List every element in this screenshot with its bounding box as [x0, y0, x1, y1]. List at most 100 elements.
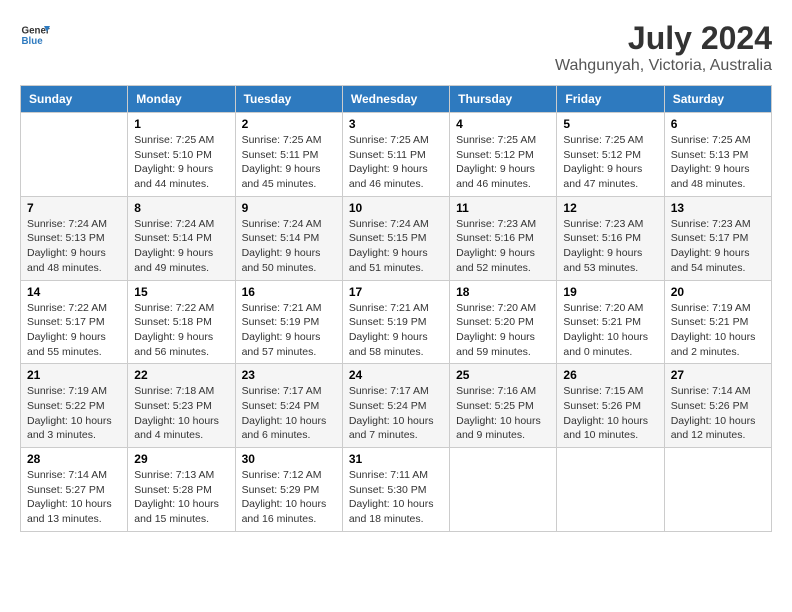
cell-info: Sunrise: 7:11 AM Sunset: 5:30 PM Dayligh…	[349, 468, 443, 527]
cell-day-number: 22	[134, 368, 228, 382]
cell-info: Sunrise: 7:17 AM Sunset: 5:24 PM Dayligh…	[242, 384, 336, 443]
calendar-cell: 20 Sunrise: 7:19 AM Sunset: 5:21 PM Dayli…	[664, 280, 771, 364]
cell-day-number: 26	[563, 368, 657, 382]
cell-day-number: 14	[27, 285, 121, 299]
cell-info: Sunrise: 7:24 AM Sunset: 5:13 PM Dayligh…	[27, 217, 121, 276]
cell-info: Sunrise: 7:22 AM Sunset: 5:17 PM Dayligh…	[27, 301, 121, 360]
day-header-tuesday: Tuesday	[235, 86, 342, 113]
cell-day-number: 16	[242, 285, 336, 299]
cell-day-number: 24	[349, 368, 443, 382]
cell-info: Sunrise: 7:16 AM Sunset: 5:25 PM Dayligh…	[456, 384, 550, 443]
calendar-cell: 11 Sunrise: 7:23 AM Sunset: 5:16 PM Dayli…	[450, 196, 557, 280]
cell-info: Sunrise: 7:22 AM Sunset: 5:18 PM Dayligh…	[134, 301, 228, 360]
cell-day-number: 19	[563, 285, 657, 299]
cell-day-number: 6	[671, 117, 765, 131]
cell-day-number: 7	[27, 201, 121, 215]
day-header-sunday: Sunday	[21, 86, 128, 113]
cell-info: Sunrise: 7:25 AM Sunset: 5:11 PM Dayligh…	[349, 133, 443, 192]
day-header-saturday: Saturday	[664, 86, 771, 113]
cell-info: Sunrise: 7:14 AM Sunset: 5:26 PM Dayligh…	[671, 384, 765, 443]
calendar-cell: 25 Sunrise: 7:16 AM Sunset: 5:25 PM Dayli…	[450, 364, 557, 448]
calendar-cell	[450, 448, 557, 532]
calendar-cell: 12 Sunrise: 7:23 AM Sunset: 5:16 PM Dayli…	[557, 196, 664, 280]
cell-info: Sunrise: 7:23 AM Sunset: 5:17 PM Dayligh…	[671, 217, 765, 276]
page-title: July 2024	[555, 20, 772, 57]
calendar-cell: 15Sunrise: 7:22 AM Sunset: 5:18 PM Dayli…	[128, 280, 235, 364]
cell-day-number: 21	[27, 368, 121, 382]
cell-info: Sunrise: 7:21 AM Sunset: 5:19 PM Dayligh…	[242, 301, 336, 360]
cell-day-number: 11	[456, 201, 550, 215]
cell-info: Sunrise: 7:24 AM Sunset: 5:15 PM Dayligh…	[349, 217, 443, 276]
cell-day-number: 4	[456, 117, 550, 131]
calendar-cell: 9 Sunrise: 7:24 AM Sunset: 5:14 PM Daylig…	[235, 196, 342, 280]
cell-day-number: 12	[563, 201, 657, 215]
logo-icon: General Blue	[20, 20, 50, 50]
svg-text:Blue: Blue	[22, 36, 44, 47]
day-header-thursday: Thursday	[450, 86, 557, 113]
calendar-cell: 16 Sunrise: 7:21 AM Sunset: 5:19 PM Dayli…	[235, 280, 342, 364]
calendar-week-row: 1 Sunrise: 7:25 AM Sunset: 5:10 PM Daylig…	[21, 113, 772, 197]
calendar-cell: 22 Sunrise: 7:18 AM Sunset: 5:23 PM Dayli…	[128, 364, 235, 448]
calendar-cell: 26 Sunrise: 7:15 AM Sunset: 5:26 PM Dayli…	[557, 364, 664, 448]
calendar-cell: 7 Sunrise: 7:24 AM Sunset: 5:13 PM Daylig…	[21, 196, 128, 280]
cell-day-number: 25	[456, 368, 550, 382]
cell-day-number: 1	[134, 117, 228, 131]
calendar-cell: 21 Sunrise: 7:19 AM Sunset: 5:22 PM Dayli…	[21, 364, 128, 448]
cell-info: Sunrise: 7:25 AM Sunset: 5:10 PM Dayligh…	[134, 133, 228, 192]
calendar-cell: 28Sunrise: 7:14 AM Sunset: 5:27 PM Dayli…	[21, 448, 128, 532]
cell-day-number: 28	[27, 452, 121, 466]
cell-day-number: 17	[349, 285, 443, 299]
calendar-cell: 14 Sunrise: 7:22 AM Sunset: 5:17 PM Dayli…	[21, 280, 128, 364]
calendar-cell: 8 Sunrise: 7:24 AM Sunset: 5:14 PM Daylig…	[128, 196, 235, 280]
cell-info: Sunrise: 7:24 AM Sunset: 5:14 PM Dayligh…	[242, 217, 336, 276]
day-header-wednesday: Wednesday	[342, 86, 449, 113]
cell-day-number: 2	[242, 117, 336, 131]
calendar-week-row: 28Sunrise: 7:14 AM Sunset: 5:27 PM Dayli…	[21, 448, 772, 532]
cell-info: Sunrise: 7:25 AM Sunset: 5:12 PM Dayligh…	[563, 133, 657, 192]
cell-info: Sunrise: 7:19 AM Sunset: 5:22 PM Dayligh…	[27, 384, 121, 443]
title-block: July 2024 Wahgunyah, Victoria, Australia	[555, 20, 772, 75]
calendar-cell: 1 Sunrise: 7:25 AM Sunset: 5:10 PM Daylig…	[128, 113, 235, 197]
calendar-cell	[557, 448, 664, 532]
cell-day-number: 5	[563, 117, 657, 131]
cell-day-number: 29	[134, 452, 228, 466]
cell-info: Sunrise: 7:23 AM Sunset: 5:16 PM Dayligh…	[456, 217, 550, 276]
cell-day-number: 3	[349, 117, 443, 131]
day-header-friday: Friday	[557, 86, 664, 113]
cell-info: Sunrise: 7:18 AM Sunset: 5:23 PM Dayligh…	[134, 384, 228, 443]
cell-info: Sunrise: 7:17 AM Sunset: 5:24 PM Dayligh…	[349, 384, 443, 443]
cell-day-number: 8	[134, 201, 228, 215]
cell-info: Sunrise: 7:25 AM Sunset: 5:11 PM Dayligh…	[242, 133, 336, 192]
cell-info: Sunrise: 7:19 AM Sunset: 5:21 PM Dayligh…	[671, 301, 765, 360]
calendar-cell: 6 Sunrise: 7:25 AM Sunset: 5:13 PM Daylig…	[664, 113, 771, 197]
calendar-cell: 10 Sunrise: 7:24 AM Sunset: 5:15 PM Dayli…	[342, 196, 449, 280]
cell-info: Sunrise: 7:21 AM Sunset: 5:19 PM Dayligh…	[349, 301, 443, 360]
cell-info: Sunrise: 7:20 AM Sunset: 5:21 PM Dayligh…	[563, 301, 657, 360]
cell-day-number: 9	[242, 201, 336, 215]
calendar-week-row: 7 Sunrise: 7:24 AM Sunset: 5:13 PM Daylig…	[21, 196, 772, 280]
cell-info: Sunrise: 7:25 AM Sunset: 5:13 PM Dayligh…	[671, 133, 765, 192]
cell-day-number: 30	[242, 452, 336, 466]
calendar-cell: 27 Sunrise: 7:14 AM Sunset: 5:26 PM Dayli…	[664, 364, 771, 448]
cell-day-number: 18	[456, 285, 550, 299]
cell-info: Sunrise: 7:13 AM Sunset: 5:28 PM Dayligh…	[134, 468, 228, 527]
cell-info: Sunrise: 7:15 AM Sunset: 5:26 PM Dayligh…	[563, 384, 657, 443]
calendar-cell: 2 Sunrise: 7:25 AM Sunset: 5:11 PM Daylig…	[235, 113, 342, 197]
cell-info: Sunrise: 7:12 AM Sunset: 5:29 PM Dayligh…	[242, 468, 336, 527]
cell-info: Sunrise: 7:23 AM Sunset: 5:16 PM Dayligh…	[563, 217, 657, 276]
page-header: General Blue July 2024 Wahgunyah, Victor…	[20, 20, 772, 75]
day-header-monday: Monday	[128, 86, 235, 113]
calendar-week-row: 14 Sunrise: 7:22 AM Sunset: 5:17 PM Dayli…	[21, 280, 772, 364]
page-subtitle: Wahgunyah, Victoria, Australia	[555, 57, 772, 75]
cell-day-number: 20	[671, 285, 765, 299]
cell-info: Sunrise: 7:24 AM Sunset: 5:14 PM Dayligh…	[134, 217, 228, 276]
cell-day-number: 10	[349, 201, 443, 215]
cell-day-number: 23	[242, 368, 336, 382]
calendar-cell: 29 Sunrise: 7:13 AM Sunset: 5:28 PM Dayli…	[128, 448, 235, 532]
calendar-cell: 3 Sunrise: 7:25 AM Sunset: 5:11 PM Daylig…	[342, 113, 449, 197]
calendar-cell: 17 Sunrise: 7:21 AM Sunset: 5:19 PM Dayli…	[342, 280, 449, 364]
calendar-cell	[664, 448, 771, 532]
calendar-week-row: 21 Sunrise: 7:19 AM Sunset: 5:22 PM Dayli…	[21, 364, 772, 448]
cell-info: Sunrise: 7:20 AM Sunset: 5:20 PM Dayligh…	[456, 301, 550, 360]
cell-day-number: 27	[671, 368, 765, 382]
